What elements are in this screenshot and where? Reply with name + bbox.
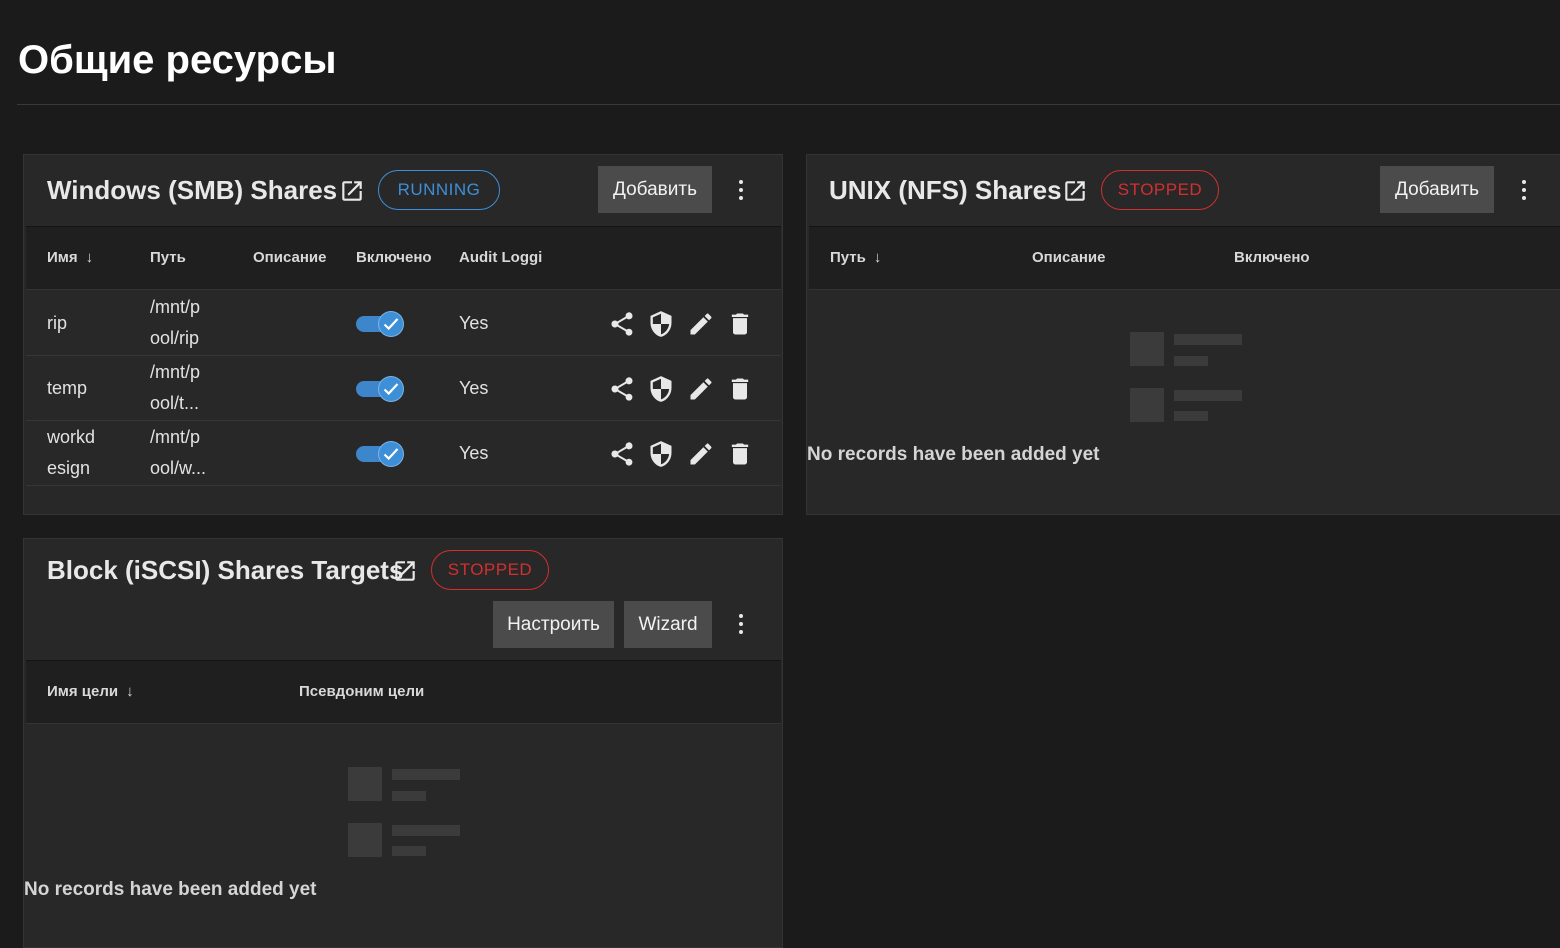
smb-card-title[interactable]: Windows (SMB) Shares	[47, 175, 337, 206]
arrow-down-icon: ↓	[85, 249, 94, 266]
column-header-target-alias[interactable]: Псевдоним цели	[299, 683, 424, 700]
open-in-new-icon[interactable]	[392, 558, 418, 584]
iscsi-table-header: Имя цели ↓ Псевдоним цели	[26, 660, 781, 724]
title-divider	[17, 104, 1560, 105]
edit-pencil-icon[interactable]	[687, 310, 715, 338]
audit-value: Yes	[459, 313, 489, 333]
more-vert-icon[interactable]	[729, 176, 753, 206]
page-title: Общие ресурсы	[18, 38, 337, 82]
share-path: /mnt/p ool/rip	[150, 297, 201, 348]
check-icon	[383, 383, 399, 396]
nfs-card-header: UNIX (NFS) Shares STOPPED Добавить	[807, 155, 1560, 225]
column-header-name[interactable]: Имя ↓	[47, 249, 93, 266]
empty-state-text: No records have been added yet	[807, 444, 1100, 465]
nfs-add-button[interactable]: Добавить	[1380, 166, 1494, 213]
edit-pencil-icon[interactable]	[687, 440, 715, 468]
delete-trash-icon[interactable]	[726, 440, 754, 468]
iscsi-card: Block (iSCSI) Shares Targets STOPPED Нас…	[23, 538, 783, 948]
security-shield-icon[interactable]	[647, 375, 675, 403]
smb-add-button[interactable]: Добавить	[598, 166, 712, 213]
audit-value: Yes	[459, 378, 489, 398]
column-header-audit[interactable]: Audit Loggi	[459, 249, 542, 266]
share-path: /mnt/p ool/w...	[150, 427, 207, 478]
column-header-enabled[interactable]: Включено	[356, 249, 432, 266]
open-in-new-icon[interactable]	[1062, 178, 1088, 204]
iscsi-card-title[interactable]: Block (iSCSI) Shares Targets	[47, 555, 403, 586]
enabled-toggle[interactable]	[356, 376, 404, 402]
nfs-status-badge: STOPPED	[1101, 170, 1219, 210]
smb-card-header: Windows (SMB) Shares RUNNING Добавить	[24, 155, 782, 225]
iscsi-wizard-button[interactable]: Wizard	[624, 601, 712, 648]
nfs-card-title[interactable]: UNIX (NFS) Shares	[829, 175, 1062, 206]
column-header-enabled[interactable]: Включено	[1234, 249, 1310, 266]
column-header-description[interactable]: Описание	[253, 249, 326, 266]
check-icon	[383, 448, 399, 461]
iscsi-configure-button[interactable]: Настроить	[493, 601, 614, 648]
table-row: rip /mnt/p ool/rip Yes	[26, 291, 781, 356]
column-header-target-name[interactable]: Имя цели ↓	[47, 683, 134, 700]
column-header-path[interactable]: Путь	[150, 249, 186, 266]
arrow-down-icon: ↓	[873, 249, 882, 266]
check-icon	[383, 318, 399, 331]
iscsi-card-header: Block (iSCSI) Shares Targets STOPPED Нас…	[24, 539, 782, 659]
column-header-path[interactable]: Путь ↓	[830, 249, 881, 266]
delete-trash-icon[interactable]	[726, 375, 754, 403]
more-vert-icon[interactable]	[729, 610, 753, 640]
enabled-toggle[interactable]	[356, 441, 404, 467]
empty-list-icon	[1130, 332, 1242, 422]
open-in-new-icon[interactable]	[339, 178, 365, 204]
delete-trash-icon[interactable]	[726, 310, 754, 338]
smb-table-header: Имя ↓ Путь Описание Включено Audit Loggi	[26, 226, 781, 290]
empty-state-text: No records have been added yet	[24, 879, 317, 900]
more-vert-icon[interactable]	[1512, 176, 1536, 206]
share-name: rip	[47, 313, 68, 333]
iscsi-status-badge: STOPPED	[431, 550, 549, 590]
smb-card: Windows (SMB) Shares RUNNING Добавить Им…	[23, 154, 783, 515]
security-shield-icon[interactable]	[647, 440, 675, 468]
share-name: temp	[47, 378, 88, 398]
nfs-table-header: Путь ↓ Описание Включено	[809, 226, 1560, 290]
empty-list-icon	[348, 767, 460, 857]
share-icon[interactable]	[608, 375, 636, 403]
share-name: workd esign	[47, 427, 96, 478]
smb-status-badge: RUNNING	[378, 170, 500, 210]
table-row: temp /mnt/p ool/t... Yes	[26, 356, 781, 421]
arrow-down-icon: ↓	[126, 683, 134, 700]
security-shield-icon[interactable]	[647, 310, 675, 338]
share-path: /mnt/p ool/t...	[150, 362, 201, 413]
share-icon[interactable]	[608, 440, 636, 468]
audit-value: Yes	[459, 443, 489, 463]
column-header-description[interactable]: Описание	[1032, 249, 1105, 266]
nfs-card: UNIX (NFS) Shares STOPPED Добавить Путь ↓…	[806, 154, 1560, 515]
enabled-toggle[interactable]	[356, 311, 404, 337]
edit-pencil-icon[interactable]	[687, 375, 715, 403]
share-icon[interactable]	[608, 310, 636, 338]
table-row: workd esign /mnt/p ool/w... Yes	[26, 421, 781, 486]
